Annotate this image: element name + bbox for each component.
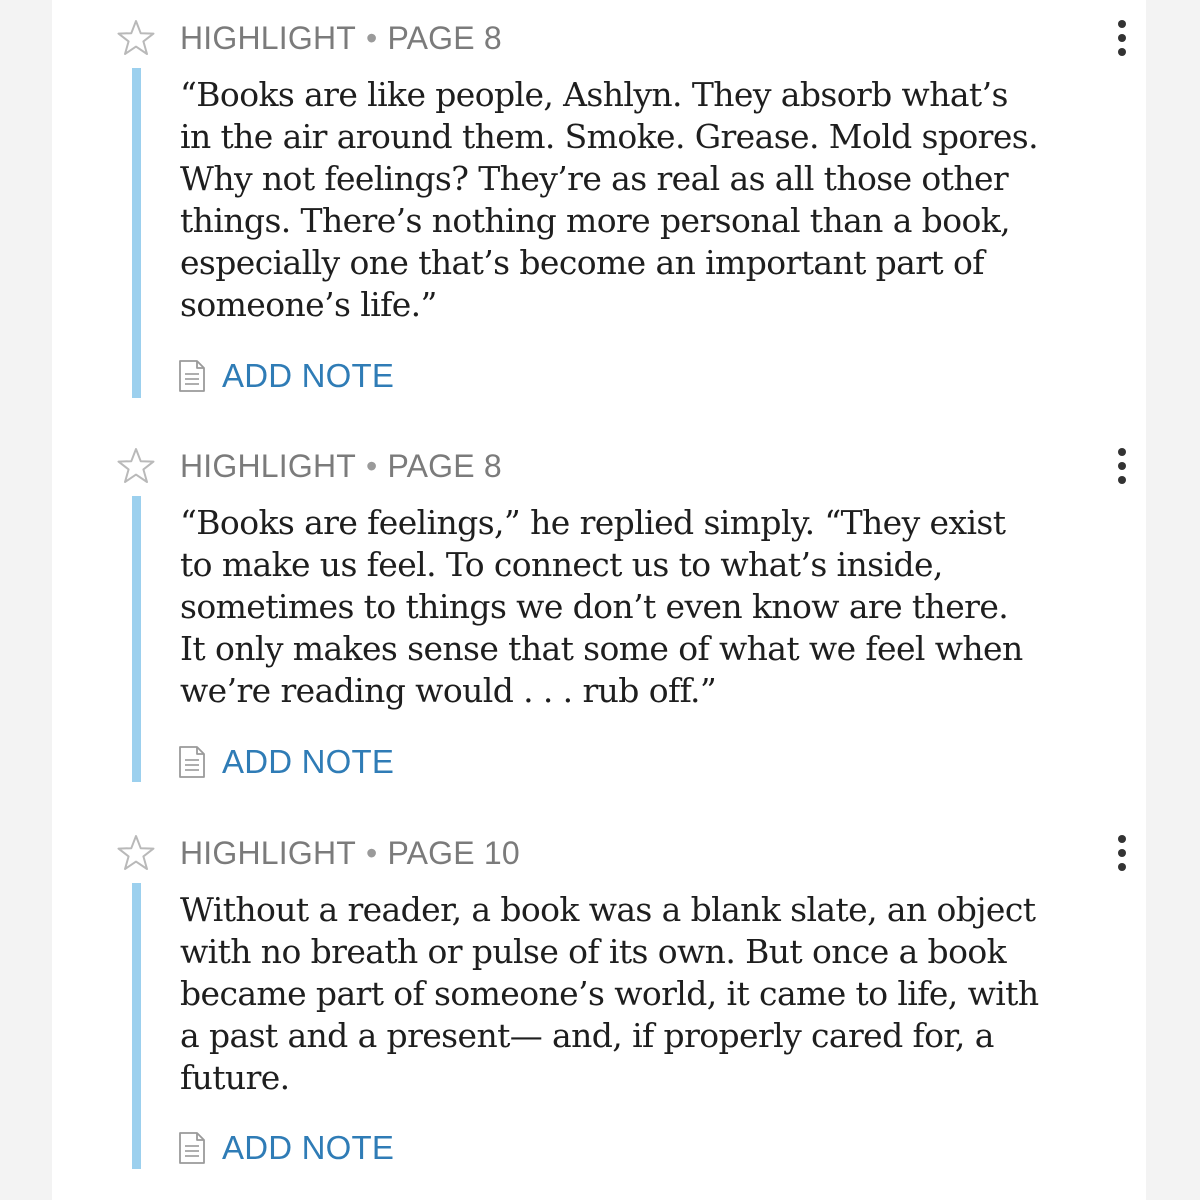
highlight-card: HIGHLIGHT • PAGE 10 Without a reader, a bo…: [0, 815, 1200, 1200]
highlight-text-line: Why not feelings? They’re as real as all…: [180, 159, 1009, 198]
highlight-meta: HIGHLIGHT • PAGE 8: [180, 446, 502, 486]
meta-separator: •: [366, 448, 378, 484]
add-note-button[interactable]: ADD NOTE: [178, 354, 394, 398]
highlight-card: HIGHLIGHT • PAGE 8 “Books are feelings,” h…: [0, 428, 1200, 808]
highlight-text[interactable]: “Books are like people, Ashlyn. They abs…: [180, 74, 1120, 326]
more-vertical-icon[interactable]: [1106, 14, 1138, 62]
highlight-text-line: in the air around them. Smoke. Grease. M…: [180, 117, 1039, 156]
add-note-button[interactable]: ADD NOTE: [178, 740, 394, 784]
add-note-button[interactable]: ADD NOTE: [178, 1126, 394, 1170]
highlight-text-line: with no breath or pulse of its own. But …: [180, 932, 1007, 971]
star-outline-icon[interactable]: [116, 18, 156, 58]
highlight-card: HIGHLIGHT • PAGE 8 “Books are like people,…: [0, 0, 1200, 420]
add-note-label: ADD NOTE: [222, 357, 395, 394]
star-outline-icon[interactable]: [116, 446, 156, 486]
highlight-text-line: especially one that’s become an importan…: [180, 243, 984, 282]
highlight-text[interactable]: Without a reader, a book was a blank sla…: [180, 889, 1120, 1099]
highlight-page: PAGE 10: [387, 835, 520, 871]
highlight-text[interactable]: “Books are feelings,” he replied simply.…: [180, 502, 1120, 712]
highlight-text-line: we’re reading would . . . rub off.”: [180, 671, 717, 710]
highlight-page: PAGE 8: [387, 448, 502, 484]
highlight-text-line: to make us feel. To connect us to what’s…: [180, 545, 943, 584]
highlight-type: HIGHLIGHT: [180, 448, 357, 484]
note-document-icon: [179, 746, 205, 778]
more-vertical-icon[interactable]: [1106, 442, 1138, 490]
more-vertical-icon[interactable]: [1106, 829, 1138, 877]
highlight-text-line: became part of someone’s world, it came …: [180, 974, 1039, 1013]
highlight-color-bar: [132, 883, 141, 1169]
note-document-icon: [179, 1132, 205, 1164]
highlight-text-line: future.: [180, 1058, 290, 1097]
highlight-text-line: a past and a present— and, if properly c…: [180, 1016, 994, 1055]
highlight-color-bar: [132, 68, 141, 398]
highlight-type: HIGHLIGHT: [180, 20, 357, 56]
highlight-type: HIGHLIGHT: [180, 835, 357, 871]
meta-separator: •: [366, 20, 378, 56]
highlight-text-line: sometimes to things we don’t even know a…: [180, 587, 1009, 626]
highlight-text-line: things. There’s nothing more personal th…: [180, 201, 1011, 240]
add-note-label: ADD NOTE: [222, 743, 395, 780]
highlight-page: PAGE 8: [387, 20, 502, 56]
highlight-text-line: “Books are feelings,” he replied simply.…: [180, 503, 1006, 542]
highlight-meta: HIGHLIGHT • PAGE 8: [180, 18, 502, 58]
highlight-text-line: It only makes sense that some of what we…: [180, 629, 1023, 668]
star-outline-icon[interactable]: [116, 833, 156, 873]
note-document-icon: [179, 360, 205, 392]
highlight-text-line: Without a reader, a book was a blank sla…: [180, 890, 1036, 929]
meta-separator: •: [366, 835, 378, 871]
highlight-text-line: “Books are like people, Ashlyn. They abs…: [180, 75, 1008, 114]
highlight-text-line: someone’s life.”: [180, 285, 437, 324]
highlight-meta: HIGHLIGHT • PAGE 10: [180, 833, 520, 873]
highlight-color-bar: [132, 496, 141, 782]
add-note-label: ADD NOTE: [222, 1129, 395, 1166]
